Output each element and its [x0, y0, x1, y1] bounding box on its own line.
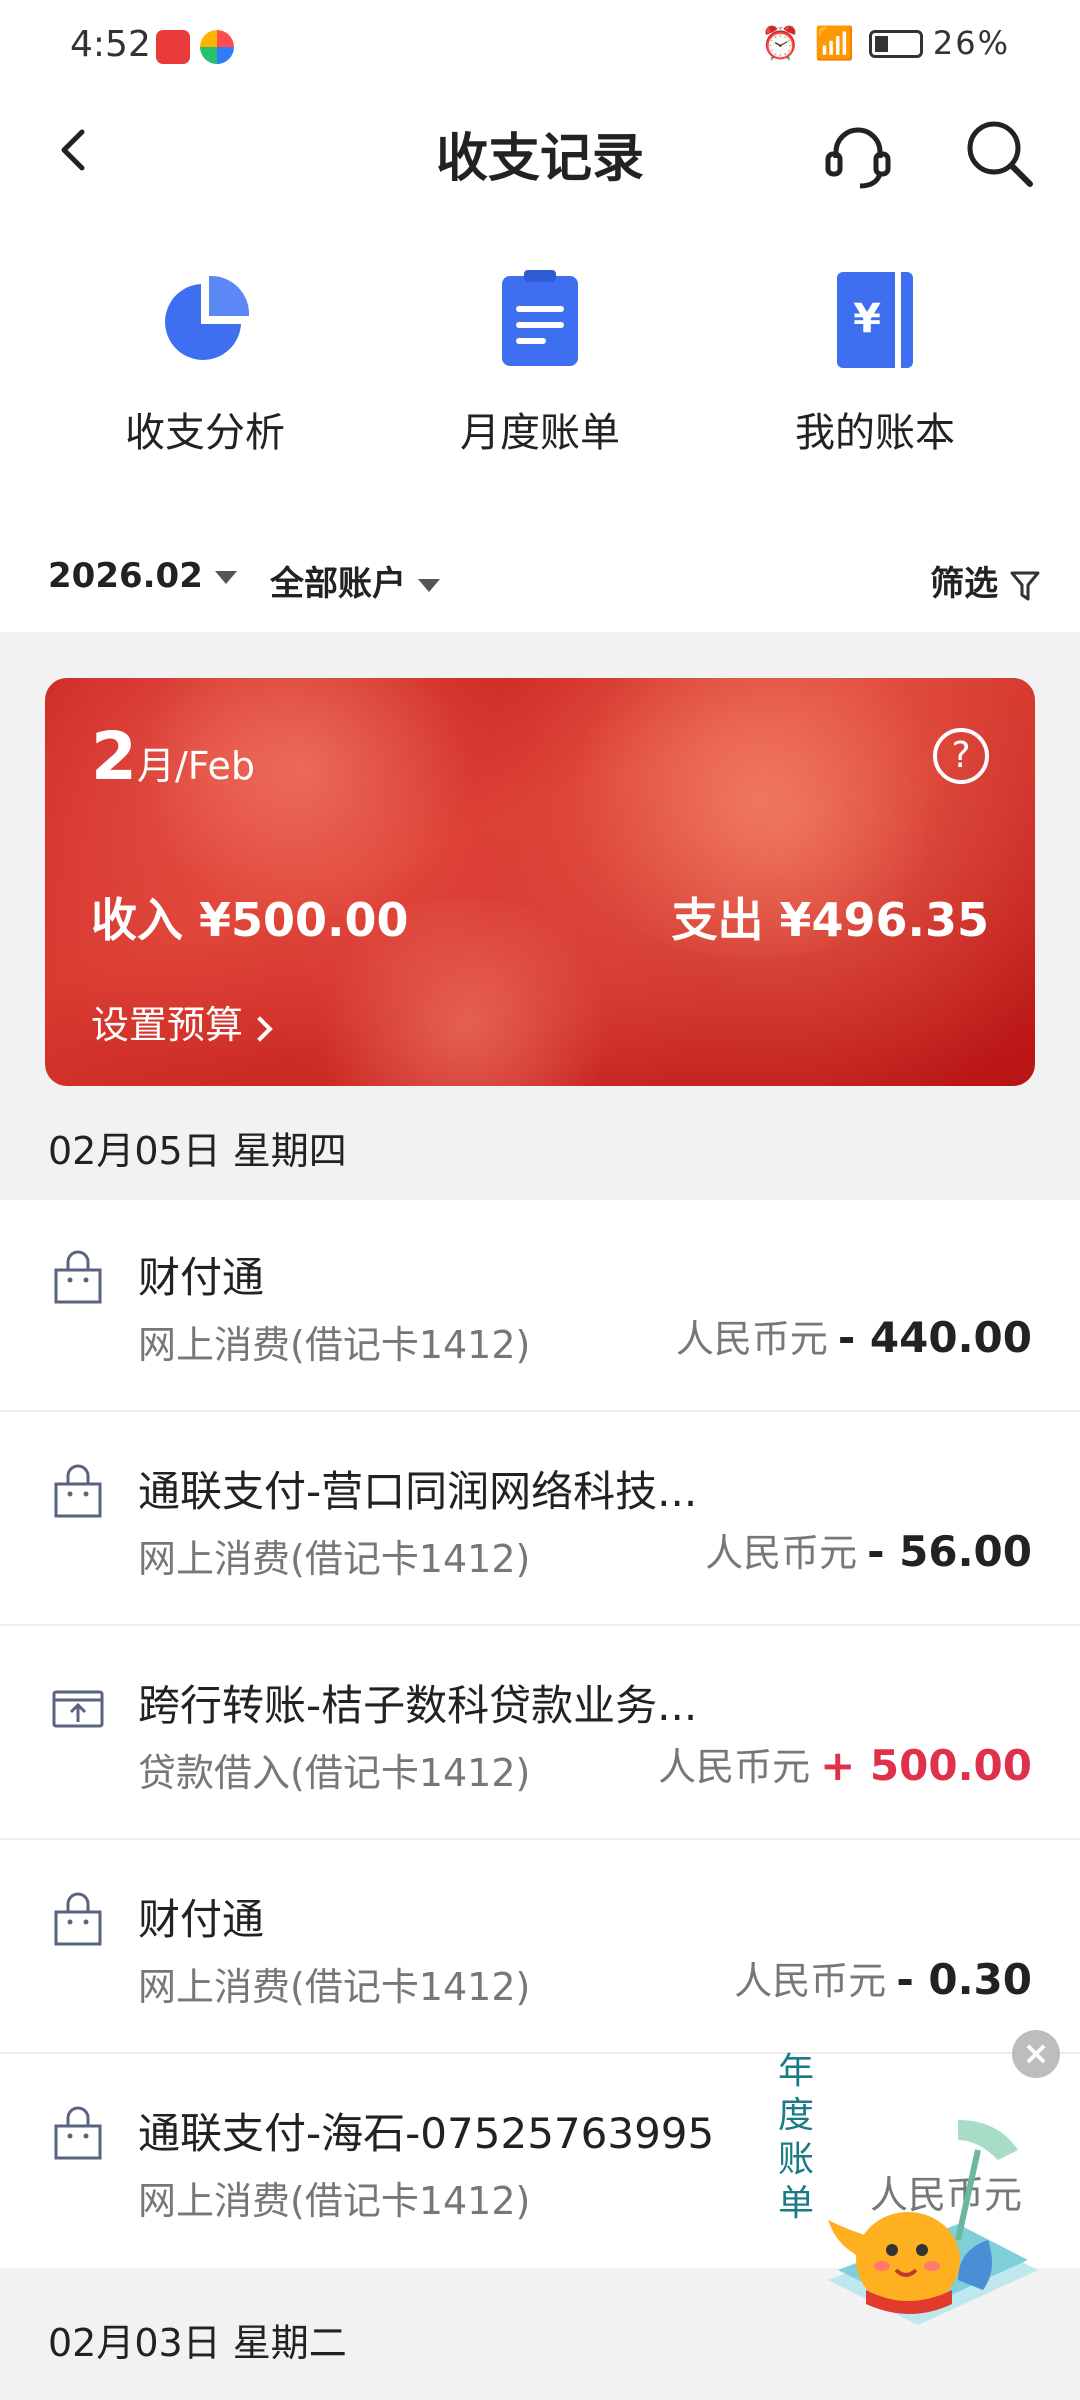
- app-header: 收支记录: [0, 90, 1080, 210]
- transfer-in-icon: [52, 1690, 104, 1728]
- ledger-icon: ¥: [837, 272, 913, 368]
- quick-entry-analysis[interactable]: 收支分析: [55, 270, 355, 458]
- transaction-row[interactable]: 财付通 网上消费(借记卡1412) 人民币元 - 0.30: [0, 1842, 1080, 2054]
- amount-value: - 0.30: [896, 1955, 1032, 2004]
- day-header: 02月05日 星期四: [48, 1129, 347, 1173]
- transaction-name: 财付通: [138, 1895, 265, 1944]
- transaction-row[interactable]: 跨行转账-桔子数科贷款业务... 贷款借入(借记卡1412) 人民币元 + 500…: [0, 1628, 1080, 1840]
- shopping-bag-icon: [54, 1250, 102, 1304]
- filter-button[interactable]: 筛选: [930, 556, 1040, 605]
- transaction-desc: 贷款借入(借记卡1412): [138, 1751, 531, 1795]
- quick-entry-label: 月度账单: [460, 410, 620, 456]
- battery-icon: [868, 30, 923, 58]
- chevron-right-icon: [247, 1016, 273, 1042]
- battery-level: 26%: [932, 24, 1010, 62]
- signal-icon: 📶: [814, 24, 857, 62]
- status-bar: 4:52 ⏰ 📶 26%: [0, 0, 1080, 90]
- alarm-icon: ⏰: [760, 24, 803, 62]
- svg-text:¥: ¥: [853, 296, 881, 342]
- currency-label: 人民币元: [675, 1317, 828, 1361]
- lantern-decoration: [125, 678, 485, 918]
- transaction-desc: 网上消费(借记卡1412): [138, 1537, 531, 1581]
- notification-app-icon-2: [200, 30, 234, 64]
- caret-down-icon: [418, 579, 440, 592]
- transaction-desc: 网上消费(借记卡1412): [138, 2179, 531, 2223]
- transaction-amount: 人民币元 - 440.00: [676, 1308, 1032, 1363]
- shopping-bag-icon: [54, 1464, 102, 1518]
- amount-value: - 56.00: [867, 1527, 1032, 1576]
- close-icon[interactable]: ×: [1012, 2030, 1060, 2078]
- transaction-amount: 人民币元 + 500.00: [658, 1736, 1032, 1791]
- caret-down-icon: [214, 571, 237, 584]
- page-title: 收支记录: [435, 129, 644, 189]
- help-icon[interactable]: ?: [933, 728, 989, 784]
- set-budget-label: 设置预算: [91, 1003, 244, 1047]
- transaction-name: 通联支付-营口同润网络科技...: [138, 1467, 698, 1516]
- currency-label: 人民币元: [658, 1745, 811, 1789]
- expense-total: 支出 ¥496.35: [671, 893, 989, 947]
- transaction-name: 通联支付-海石-07525763995: [138, 2109, 715, 2158]
- month-suffix: 月/Feb: [136, 744, 256, 788]
- account-selector[interactable]: 全部账户: [270, 556, 440, 605]
- headset-icon[interactable]: [818, 114, 898, 194]
- transaction-row[interactable]: 财付通 网上消费(借记卡1412) 人民币元 - 440.00: [0, 1200, 1080, 1412]
- clipboard-icon: [502, 270, 578, 366]
- pie-chart-icon: [165, 275, 250, 360]
- filter-bar: 2026.02 全部账户 筛选: [0, 540, 1080, 620]
- account-selector-label: 全部账户: [270, 564, 406, 604]
- notification-app-icon: [156, 30, 190, 64]
- funnel-icon: [1010, 571, 1040, 600]
- amount-value: - 440.00: [837, 1313, 1032, 1362]
- system-indicators: ⏰ 📶 26%: [761, 24, 1010, 62]
- month-summary-card: 2月/Feb ? 收入 ¥500.00 支出 ¥496.35 设置预算: [45, 678, 1035, 1086]
- transaction-name: 财付通: [138, 1253, 265, 1302]
- currency-label: 人民币元: [734, 1959, 887, 2003]
- shopping-bag-icon: [54, 1892, 102, 1946]
- quick-entry-monthly-bill[interactable]: 月度账单: [390, 270, 690, 458]
- income-total: 收入 ¥500.00: [91, 893, 409, 947]
- status-time: 4:52: [70, 24, 151, 65]
- filter-label: 筛选: [930, 564, 999, 604]
- transaction-row[interactable]: 通联支付-营口同润网络科技... 网上消费(借记卡1412) 人民币元 - 56.…: [0, 1414, 1080, 1626]
- date-selector[interactable]: 2026.02: [48, 556, 237, 596]
- set-budget-link[interactable]: 设置预算: [91, 994, 273, 1049]
- month-number: 2: [91, 718, 137, 795]
- day-header: 02月03日 星期二: [48, 2321, 347, 2365]
- search-icon[interactable]: [960, 114, 1040, 194]
- mascot-illustration: [828, 2120, 1038, 2325]
- transaction-name: 跨行转账-桔子数科贷款业务...: [138, 1681, 698, 1730]
- quick-entry-bar: 收支分析 月度账单 ¥ 我的账本: [0, 270, 1080, 470]
- transaction-desc: 网上消费(借记卡1412): [138, 1323, 531, 1367]
- amount-value: + 500.00: [820, 1741, 1032, 1790]
- quick-entry-label: 收支分析: [125, 410, 285, 456]
- date-selector-label: 2026.02: [48, 556, 203, 596]
- transaction-amount: 人民币元 - 56.00: [705, 1522, 1032, 1577]
- quick-entry-label: 我的账本: [795, 410, 955, 456]
- currency-label: 人民币元: [705, 1531, 858, 1575]
- quick-entry-ledger[interactable]: ¥ 我的账本: [725, 270, 1025, 458]
- transaction-desc: 网上消费(借记卡1412): [138, 1965, 531, 2009]
- month-label: 2月/Feb: [91, 718, 255, 795]
- transaction-amount: 人民币元 - 0.30: [734, 1950, 1032, 2005]
- shopping-bag-icon: [54, 2106, 102, 2160]
- annual-bill-promo[interactable]: 年度账单 ×: [768, 2030, 1068, 2330]
